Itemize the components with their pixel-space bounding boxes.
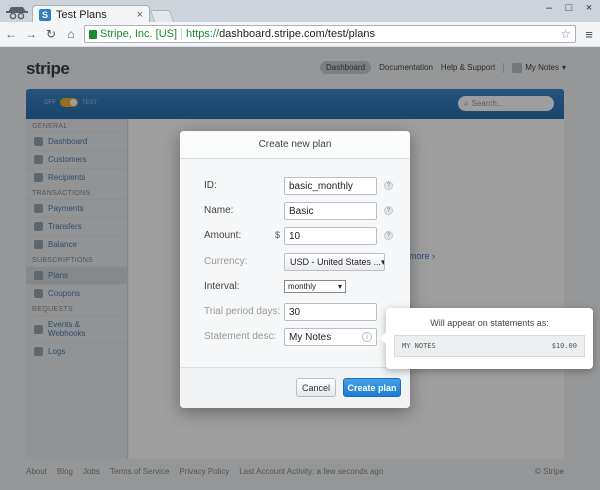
tab-title: Test Plans (56, 8, 107, 21)
create-plan-modal: Create new plan ID: ? Name: ? Amount: $ … (180, 131, 410, 408)
amount-help-icon[interactable]: ? (384, 231, 393, 240)
tooltip-title: Will appear on statements as: (430, 318, 549, 328)
browser-menu-icon[interactable]: ≡ (582, 27, 596, 42)
id-input[interactable] (284, 177, 377, 195)
new-tab-button[interactable] (149, 10, 175, 22)
id-help-icon[interactable]: ? (384, 181, 393, 190)
interval-select[interactable]: monthly ▾ (284, 280, 346, 293)
modal-title: Create new plan (180, 131, 410, 159)
tab-test-plans[interactable]: S Test Plans × (32, 5, 150, 23)
trial-row: Trial period days: (180, 303, 410, 321)
statement-preview-tooltip: Will appear on statements as: MY NOTES $… (380, 308, 593, 369)
statement-value: My Notes (289, 331, 332, 343)
ssl-indicator[interactable]: Stripe, Inc. [US] (89, 28, 183, 40)
tab-strip: S Test Plans × – □ × (0, 0, 600, 23)
name-row: Name: ? (180, 202, 410, 220)
forward-icon[interactable]: → (24, 27, 38, 41)
bookmark-star-icon[interactable]: ☆ (560, 27, 571, 41)
name-label: Name: (204, 205, 234, 216)
statement-preview-text: MY NOTES (402, 342, 436, 350)
lock-icon (89, 29, 97, 39)
interval-value: monthly (288, 282, 317, 291)
tab-close-icon[interactable]: × (137, 9, 143, 21)
modal-footer: Cancel Create plan (180, 367, 410, 408)
amount-row: Amount: $ ? (180, 227, 410, 245)
stripe-favicon-icon: S (39, 8, 51, 21)
chevron-down-icon: ▾ (381, 257, 384, 268)
currency-label: Currency: (204, 256, 248, 267)
address-bar[interactable]: Stripe, Inc. [US] https://dashboard.stri… (84, 25, 576, 43)
create-plan-button[interactable]: Create plan (343, 378, 401, 397)
tooltip-arrow (380, 332, 386, 344)
interval-row: Interval: monthly ▾ (180, 278, 410, 296)
minimize-icon[interactable]: – (540, 2, 558, 14)
name-help-icon[interactable]: ? (384, 206, 393, 215)
trial-label: Trial period days: (204, 306, 281, 317)
maximize-icon[interactable]: □ (560, 2, 578, 14)
currency-row: Currency: USD - United States ... ▾ (180, 253, 410, 271)
currency-select[interactable]: USD - United States ... ▾ (284, 253, 385, 271)
home-icon[interactable]: ⌂ (64, 27, 78, 41)
amount-currency-prefix: $ (275, 230, 281, 240)
amount-input[interactable] (284, 227, 377, 245)
plan-form: ID: ? Name: ? Amount: $ ? Currency: USD … (180, 159, 410, 367)
reload-icon[interactable]: ↻ (44, 27, 58, 41)
back-icon[interactable]: ← (4, 27, 18, 41)
chevron-down-icon: ▾ (337, 282, 342, 291)
browser-chrome: S Test Plans × – □ × ← → ↻ ⌂ Stripe, Inc… (0, 0, 600, 46)
interval-label: Interval: (204, 281, 240, 292)
statement-row: Statement desc: My Notes i (180, 328, 410, 346)
incognito-icon (6, 7, 28, 20)
amount-label: Amount: (204, 230, 242, 241)
currency-value: USD - United States ... (290, 257, 382, 267)
statement-preview: MY NOTES $10.00 (394, 335, 585, 357)
trial-days-input[interactable] (284, 303, 377, 321)
id-label: ID: (204, 180, 217, 191)
url-path: dashboard.stripe.com/test/plans (219, 28, 375, 40)
info-icon[interactable]: i (362, 332, 372, 342)
cancel-button[interactable]: Cancel (296, 378, 336, 397)
statement-preview-amount: $10.00 (551, 342, 577, 350)
statement-input[interactable]: My Notes i (284, 328, 377, 346)
close-window-icon[interactable]: × (580, 2, 598, 14)
url-scheme: https:// (186, 28, 220, 40)
browser-toolbar: ← → ↻ ⌂ Stripe, Inc. [US] https://dashbo… (0, 22, 600, 46)
id-row: ID: ? (180, 177, 410, 195)
ssl-label: Stripe, Inc. [US] (100, 28, 178, 40)
statement-label: Statement desc: (204, 331, 277, 342)
name-input[interactable] (284, 202, 377, 220)
